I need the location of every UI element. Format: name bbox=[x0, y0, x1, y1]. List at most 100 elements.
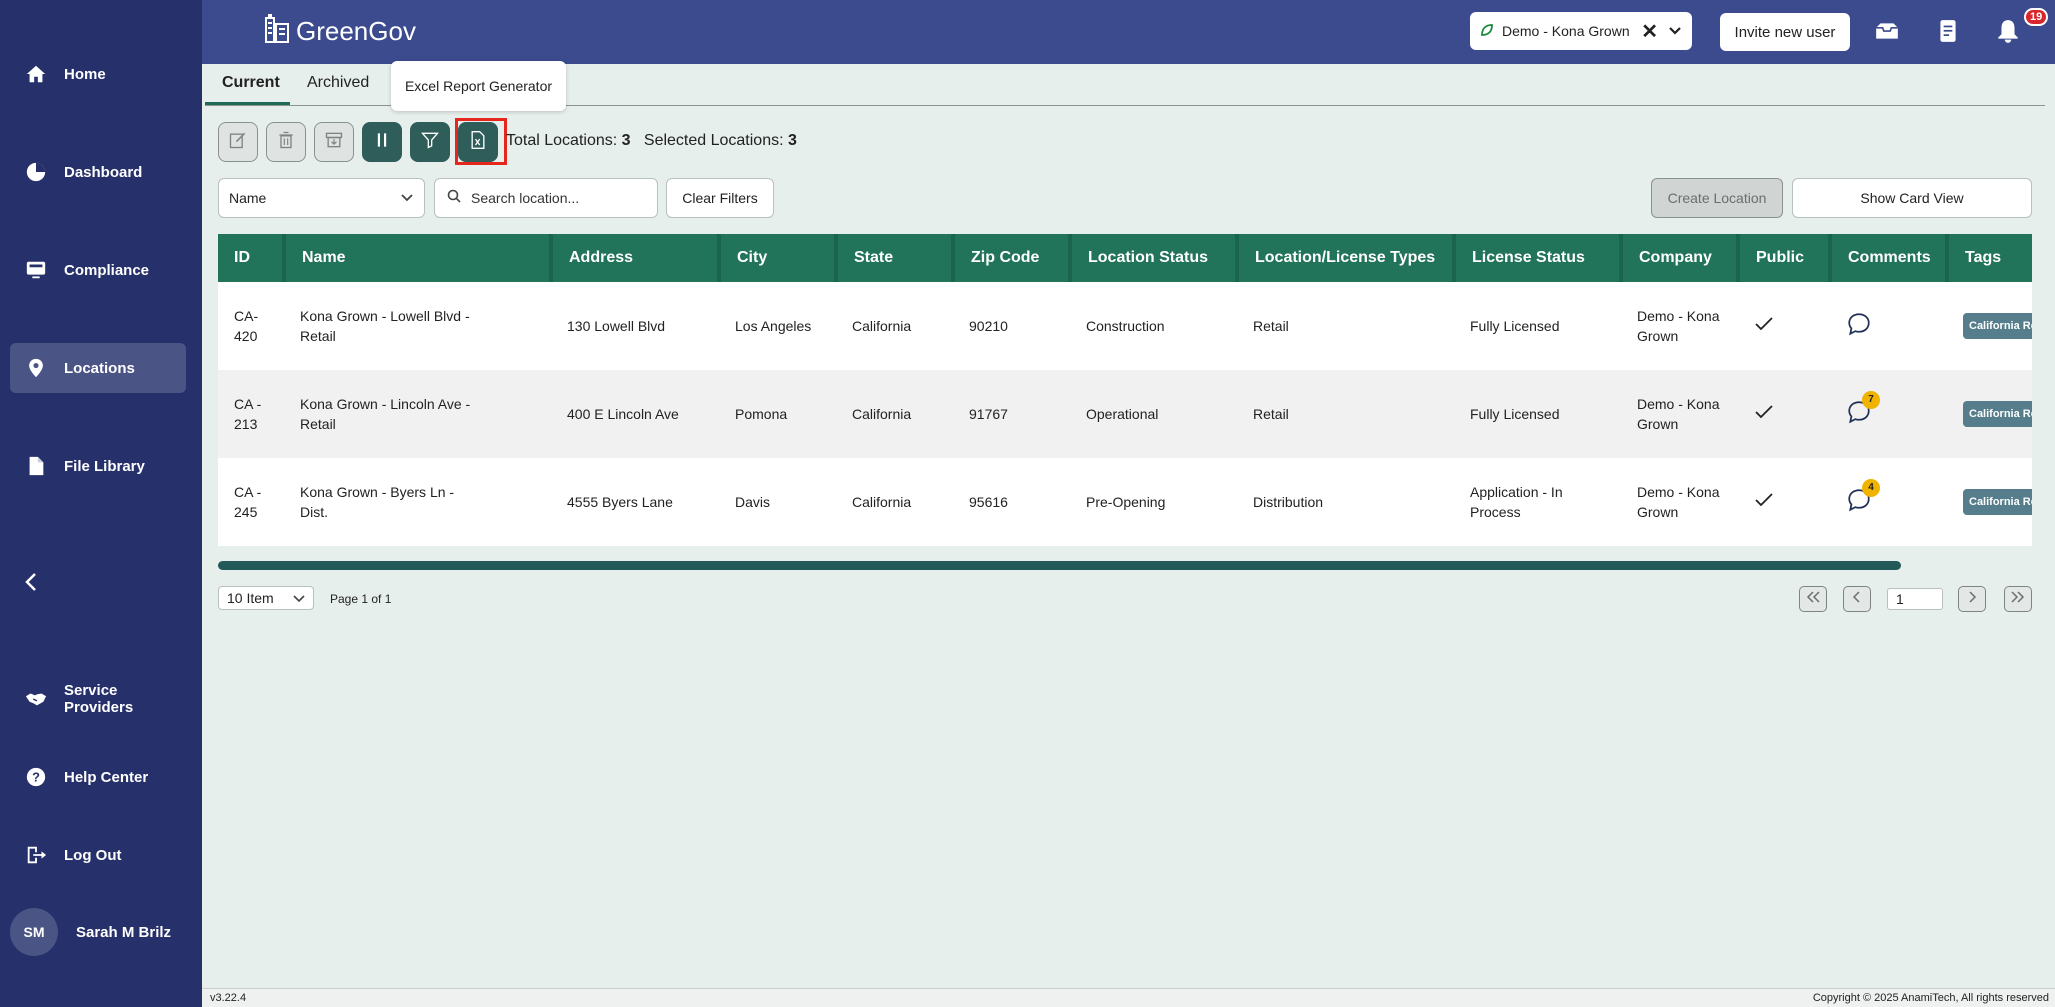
column-header-company[interactable]: Company bbox=[1621, 234, 1740, 282]
column-header-location-status[interactable]: Location Status bbox=[1070, 234, 1239, 282]
sidebar-item-locations[interactable]: Locations bbox=[10, 343, 186, 393]
cell-city: Los Angeles bbox=[719, 282, 836, 370]
items-per-page-value: 10 Item bbox=[227, 590, 274, 606]
cell-name: Kona Grown - Byers Ln - Dist. bbox=[284, 458, 551, 546]
cell-id: CA-420 bbox=[218, 282, 284, 370]
copyright: Copyright © 2025 AnamiTech, All rights r… bbox=[1812, 992, 2049, 1004]
column-header-state[interactable]: State bbox=[836, 234, 955, 282]
chevron-down-icon bbox=[293, 590, 305, 606]
items-per-page-select[interactable]: 10 Item bbox=[218, 586, 314, 610]
cell-zip: 90210 bbox=[953, 282, 1070, 370]
checkmark-icon bbox=[1754, 492, 1774, 511]
cell-city: Pomona bbox=[719, 370, 836, 458]
collapse-sidebar-icon[interactable] bbox=[20, 570, 44, 594]
locations-table: ID Name Address City State Zip Code Loca… bbox=[218, 234, 2032, 546]
tag-badge: California Retail bbox=[1963, 313, 2032, 339]
mailbox-icon[interactable] bbox=[1874, 18, 1900, 44]
clear-org-icon[interactable]: ✕ bbox=[1641, 19, 1658, 44]
home-icon bbox=[24, 62, 48, 86]
comment-icon[interactable] bbox=[1846, 311, 1872, 337]
sidebar-item-compliance[interactable]: Compliance bbox=[10, 245, 186, 295]
cell-zip: 91767 bbox=[953, 370, 1070, 458]
comment-count-badge: 7 bbox=[1862, 390, 1880, 409]
sidebar-item-service-providers[interactable]: Service Providers bbox=[10, 674, 186, 724]
selected-value: 3 bbox=[788, 132, 797, 149]
comment-icon[interactable]: 7 bbox=[1846, 390, 1880, 425]
archive-icon bbox=[324, 130, 344, 155]
last-page-button[interactable] bbox=[2004, 586, 2032, 612]
column-header-city[interactable]: City bbox=[719, 234, 838, 282]
cell-company: Demo - Kona Grown bbox=[1621, 370, 1738, 458]
prev-page-button[interactable] bbox=[1843, 586, 1871, 612]
column-header-name[interactable]: Name bbox=[284, 234, 553, 282]
sidebar-item-help-center[interactable]: ? Help Center bbox=[10, 752, 186, 802]
column-header-id[interactable]: ID bbox=[218, 234, 286, 282]
create-location-button[interactable]: Create Location bbox=[1651, 178, 1783, 218]
sidebar-item-label: Dashboard bbox=[64, 163, 143, 181]
column-header-license-status[interactable]: License Status bbox=[1454, 234, 1623, 282]
chevron-down-icon[interactable] bbox=[1668, 23, 1682, 39]
building-icon bbox=[264, 14, 290, 49]
svg-text:?: ? bbox=[32, 770, 40, 785]
brand-name: GreenGov bbox=[296, 16, 416, 46]
cell-license-type: Retail bbox=[1237, 282, 1454, 370]
cell-public bbox=[1738, 370, 1830, 458]
brand-logo[interactable]: GreenGov bbox=[264, 14, 416, 49]
sidebar-item-label: Compliance bbox=[64, 261, 150, 279]
table-row[interactable]: CA - 245 Kona Grown - Byers Ln - Dist. 4… bbox=[218, 458, 2032, 546]
sidebar-item-log-out[interactable]: Log Out bbox=[10, 830, 186, 880]
top-header: GreenGov Demo - Kona Grown ✕ Invite new … bbox=[202, 0, 2055, 64]
sidebar-item-label: Help Center bbox=[64, 768, 149, 786]
handshake-icon bbox=[24, 687, 48, 711]
pause-button[interactable] bbox=[362, 122, 402, 162]
page-number-input[interactable] bbox=[1887, 588, 1943, 610]
comment-count-badge: 4 bbox=[1862, 478, 1880, 497]
pause-icon bbox=[372, 130, 392, 155]
user-profile[interactable]: SM Sarah M Brilz bbox=[10, 908, 171, 956]
column-header-zip[interactable]: Zip Code bbox=[953, 234, 1072, 282]
table-row[interactable]: CA-420 Kona Grown - Lowell Blvd - Retail… bbox=[218, 282, 2032, 370]
first-page-button[interactable] bbox=[1799, 586, 1827, 612]
checkmark-icon bbox=[1754, 404, 1774, 423]
sidebar-item-file-library[interactable]: File Library bbox=[10, 441, 186, 491]
archive-button[interactable] bbox=[314, 122, 354, 162]
cell-company: Demo - Kona Grown bbox=[1621, 458, 1738, 546]
show-card-view-button[interactable]: Show Card View bbox=[1792, 178, 2032, 218]
double-chevron-right-icon bbox=[2010, 590, 2026, 608]
sidebar: Home Dashboard Compliance Locations File… bbox=[0, 0, 202, 1007]
table-row[interactable]: CA - 213 Kona Grown - Lincoln Ave - Reta… bbox=[218, 370, 2032, 458]
notes-icon[interactable] bbox=[1935, 18, 1961, 44]
column-header-tags[interactable]: Tags bbox=[1947, 234, 2032, 282]
search-box[interactable] bbox=[434, 178, 658, 218]
delete-button[interactable] bbox=[266, 122, 306, 162]
clear-filters-button[interactable]: Clear Filters bbox=[666, 178, 774, 218]
column-header-address[interactable]: Address bbox=[551, 234, 721, 282]
cell-comments: 7 bbox=[1830, 370, 1947, 458]
sidebar-item-dashboard[interactable]: Dashboard bbox=[10, 147, 186, 197]
filter-icon bbox=[420, 130, 440, 155]
horizontal-scrollbar[interactable] bbox=[218, 561, 1901, 570]
cell-company: Demo - Kona Grown bbox=[1621, 282, 1738, 370]
tab-archived[interactable]: Archived bbox=[307, 74, 369, 92]
cell-address: 130 Lowell Blvd bbox=[551, 282, 719, 370]
cell-id: CA - 245 bbox=[218, 458, 284, 546]
sidebar-item-home[interactable]: Home bbox=[10, 49, 186, 99]
cell-zip: 95616 bbox=[953, 458, 1070, 546]
invite-user-button[interactable]: Invite new user bbox=[1720, 13, 1850, 51]
sidebar-item-label: Service Providers bbox=[64, 682, 134, 716]
column-header-license-types[interactable]: Location/License Types bbox=[1237, 234, 1456, 282]
tab-current[interactable]: Current bbox=[222, 74, 280, 92]
column-header-comments[interactable]: Comments bbox=[1830, 234, 1949, 282]
filter-button[interactable] bbox=[410, 122, 450, 162]
search-input[interactable] bbox=[471, 190, 641, 206]
organization-select[interactable]: Demo - Kona Grown ✕ bbox=[1470, 12, 1692, 50]
comment-icon[interactable]: 4 bbox=[1846, 478, 1880, 513]
sort-select[interactable]: Name bbox=[218, 178, 425, 218]
double-chevron-left-icon bbox=[1805, 590, 1821, 608]
cell-location-status: Pre-Opening bbox=[1070, 458, 1237, 546]
next-page-button[interactable] bbox=[1958, 586, 1986, 612]
chevron-right-icon bbox=[1967, 590, 1977, 608]
edit-button[interactable] bbox=[218, 122, 258, 162]
column-header-public[interactable]: Public bbox=[1738, 234, 1832, 282]
bell-icon[interactable] bbox=[1995, 18, 2021, 44]
